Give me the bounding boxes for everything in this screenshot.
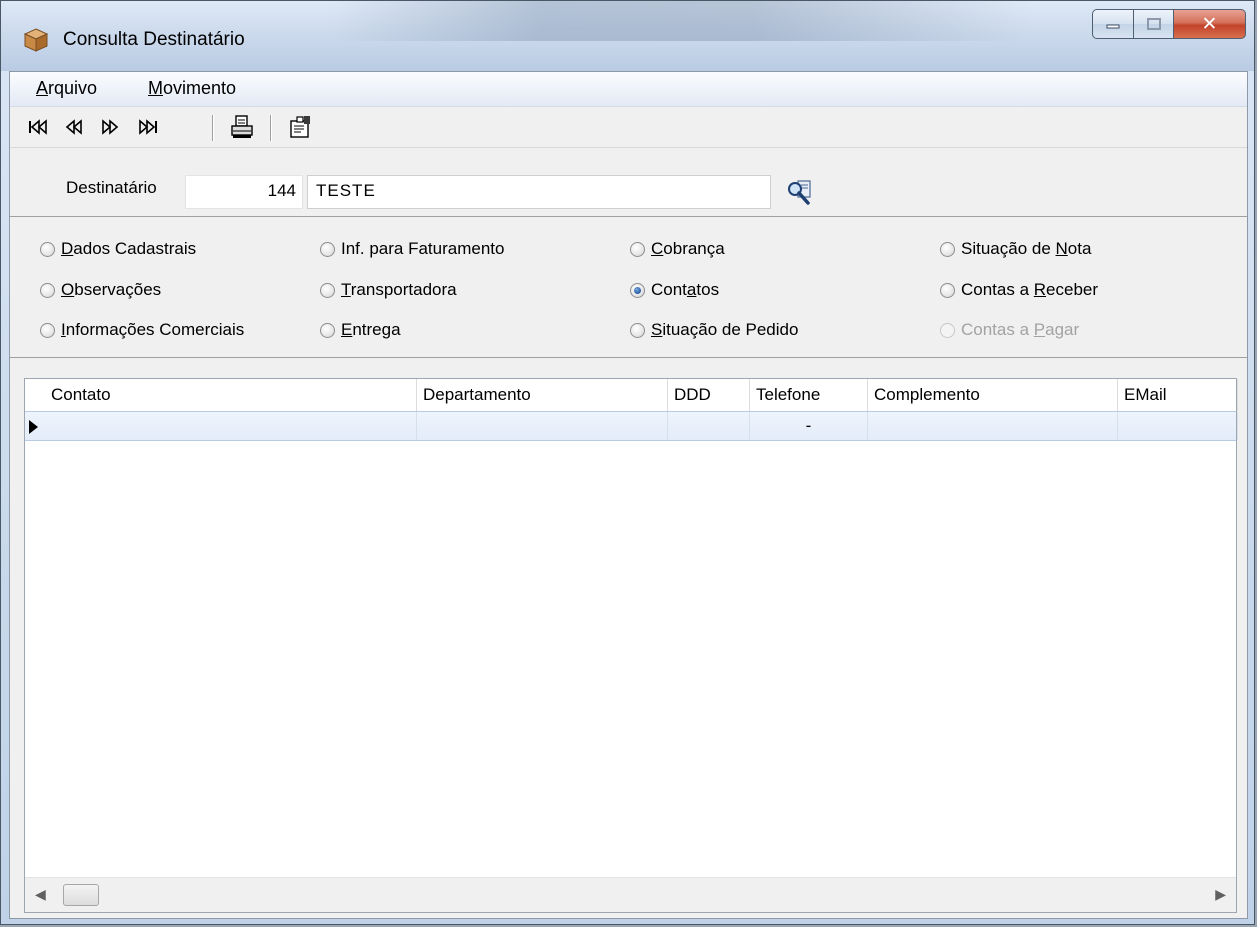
option-label: Contas a Pagar: [961, 320, 1080, 339]
maximize-icon: [1146, 18, 1161, 30]
column-header-departamento[interactable]: Departamento: [417, 379, 668, 411]
option-dados-cadastrais[interactable]: Dados Cadastrais: [40, 239, 196, 259]
scroll-thumb[interactable]: [63, 884, 99, 906]
cell-email[interactable]: [1118, 412, 1238, 440]
destinatario-label: Destinatário: [66, 178, 157, 197]
option-contatos[interactable]: Contatos: [630, 280, 719, 300]
menu-arquivo-label: rquivo: [48, 78, 98, 98]
radio-button-icon[interactable]: [630, 282, 645, 298]
minimize-button[interactable]: [1092, 9, 1134, 39]
radio-button-icon[interactable]: [40, 241, 55, 257]
properties-button[interactable]: [286, 113, 314, 141]
destinatario-code-field[interactable]: 144: [185, 175, 303, 209]
properties-icon: [290, 116, 310, 138]
option-label: Inf. para Faturamento: [341, 239, 505, 258]
option-inf-para-faturamento[interactable]: Inf. para Faturamento: [320, 239, 504, 259]
close-icon: ✕: [1201, 13, 1218, 35]
last-record-button[interactable]: [134, 113, 162, 141]
horizontal-scrollbar[interactable]: ◀ ▶: [25, 877, 1236, 912]
first-record-button[interactable]: [24, 113, 52, 141]
option-contas-a-pagar[interactable]: Contas a Pagar: [940, 320, 1079, 340]
cell-complemento[interactable]: [868, 412, 1118, 440]
cell-contato[interactable]: [45, 412, 417, 440]
menu-arquivo[interactable]: Arquivo: [36, 78, 97, 99]
previous-record-icon: [65, 119, 82, 135]
column-header-email[interactable]: EMail: [1118, 379, 1238, 411]
option-situacao-de-nota[interactable]: Situação de Nota: [940, 239, 1091, 259]
option-label: Contatos: [651, 280, 720, 299]
option-label: Entrega: [341, 320, 401, 339]
first-record-icon: [29, 119, 47, 135]
grid-header: Contato Departamento DDD Telefone Complement…: [25, 379, 1238, 412]
main-window: Consulta Destinatário ✕ Arquivo Moviment…: [0, 0, 1255, 925]
menu-arquivo-mnemonic: A: [36, 78, 49, 98]
option-informacoes-comerciais[interactable]: Informações Comerciais: [40, 320, 244, 340]
option-transportadora[interactable]: Transportadora: [320, 280, 457, 300]
option-label: Situação de Pedido: [651, 320, 799, 339]
radio-button-icon[interactable]: [630, 241, 645, 257]
toolbar-separator: [270, 115, 272, 141]
radio-button-icon[interactable]: [40, 282, 55, 298]
client-area: Arquivo Movimento Destinatário 144 TESTE…: [9, 71, 1248, 919]
option-label: Cobrança: [651, 239, 725, 258]
radio-button-icon[interactable]: [320, 241, 335, 257]
column-header-telefone[interactable]: Telefone: [750, 379, 868, 411]
option-label: Transportadora: [341, 280, 457, 299]
print-icon: [231, 115, 253, 138]
radio-button-icon[interactable]: [940, 282, 955, 298]
window-title: Consulta Destinatário: [63, 29, 245, 50]
window-controls: ✕: [1092, 9, 1246, 41]
column-header-complemento[interactable]: Complemento: [868, 379, 1118, 411]
print-button[interactable]: [228, 113, 256, 141]
option-contas-a-receber[interactable]: Contas a Receber: [940, 280, 1098, 300]
option-entrega[interactable]: Entrega: [320, 320, 401, 340]
menu-movimento-mnemonic: M: [148, 78, 163, 98]
menu-movimento-label: ovimento: [163, 78, 237, 98]
maximize-button[interactable]: [1134, 9, 1174, 39]
scroll-right-icon[interactable]: ▶: [1215, 886, 1226, 903]
search-icon: [788, 180, 811, 205]
cell-ddd[interactable]: [668, 412, 750, 440]
last-record-icon: [139, 119, 157, 135]
option-label: Situação de Nota: [961, 239, 1092, 258]
column-header-ddd[interactable]: DDD: [668, 379, 750, 411]
radio-button-icon[interactable]: [320, 322, 335, 338]
lookup-button[interactable]: [784, 177, 816, 209]
next-record-icon: [102, 119, 119, 135]
destinatario-row: Destinatário 144 TESTE: [10, 148, 1247, 224]
option-label: Informações Comerciais: [61, 320, 245, 339]
table-row[interactable]: -: [25, 411, 1238, 441]
option-observacoes[interactable]: Observações: [40, 280, 161, 300]
radio-button-icon[interactable]: [40, 322, 55, 338]
contacts-grid[interactable]: Contato Departamento DDD Telefone Complement…: [24, 378, 1238, 913]
cell-departamento[interactable]: [417, 412, 668, 440]
option-label: Observações: [61, 280, 162, 299]
menu-movimento[interactable]: Movimento: [148, 78, 236, 99]
title-bar-background: [331, 1, 1031, 41]
close-button[interactable]: ✕: [1174, 9, 1246, 39]
scroll-left-icon[interactable]: ◀: [35, 886, 46, 903]
next-record-button[interactable]: [96, 113, 124, 141]
toolbar: [10, 107, 1247, 148]
minimize-icon: [1106, 24, 1120, 29]
previous-record-button[interactable]: [60, 113, 88, 141]
option-cobranca[interactable]: Cobrança: [630, 239, 725, 259]
destinatario-name-field[interactable]: TESTE: [307, 175, 771, 209]
current-row-indicator-icon: [29, 420, 38, 434]
menu-bar: Arquivo Movimento: [10, 72, 1247, 107]
option-situacao-de-pedido[interactable]: Situação de Pedido: [630, 320, 798, 340]
title-bar[interactable]: Consulta Destinatário ✕: [1, 1, 1254, 71]
cell-telefone[interactable]: -: [750, 412, 868, 440]
option-label: Dados Cadastrais: [61, 239, 197, 258]
radio-button-icon[interactable]: [940, 241, 955, 257]
radio-button-icon[interactable]: [320, 282, 335, 298]
radio-button-icon[interactable]: [630, 322, 645, 338]
app-box-icon: [23, 28, 49, 52]
view-options-panel: Dados Cadastrais Inf. para Faturamento Cob…: [10, 216, 1247, 358]
radio-button-icon[interactable]: [940, 322, 955, 338]
column-header-contato[interactable]: Contato: [45, 379, 417, 411]
option-label: Contas a Receber: [961, 280, 1099, 299]
toolbar-separator: [212, 115, 214, 141]
